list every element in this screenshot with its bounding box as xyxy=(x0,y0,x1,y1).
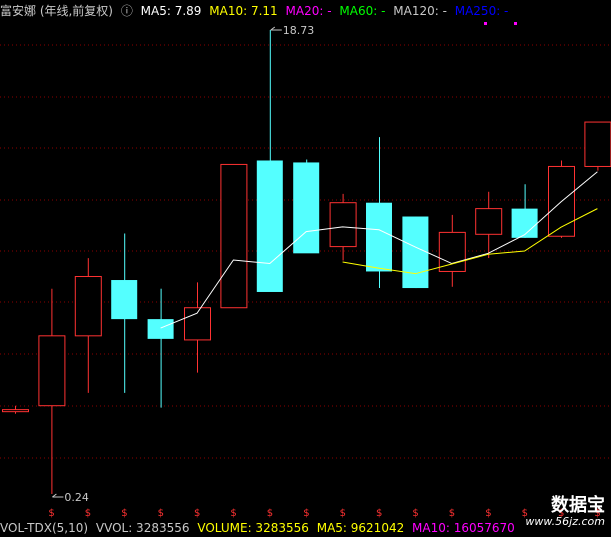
candle-body-down xyxy=(256,160,283,292)
watermark-brand: 数据宝 xyxy=(551,495,605,516)
volume-indicator-bar: VOL-TDX(5,10) VVOL: 3283556 VOLUME: 3283… xyxy=(0,520,611,537)
candle-body-up xyxy=(329,202,357,248)
dividend-marker: $ xyxy=(121,508,127,519)
vol-ma10-value: MA10: 16057670 xyxy=(412,521,515,535)
vol-indicator-name[interactable]: VOL-TDX(5,10) xyxy=(0,521,88,535)
dividend-marker: $ xyxy=(485,508,491,519)
candle-body-up xyxy=(584,121,611,167)
candle-body-up xyxy=(2,409,29,413)
dividend-marker: $ xyxy=(48,508,54,519)
dividend-marker: $ xyxy=(376,508,382,519)
marker-dot xyxy=(514,22,517,25)
candle-body-up xyxy=(475,208,503,235)
candle-body-down xyxy=(402,216,429,289)
candle-body-up xyxy=(438,231,466,272)
dividend-marker: $ xyxy=(267,508,273,519)
dividend-marker: $ xyxy=(340,508,346,519)
candle-body-up xyxy=(74,276,102,337)
candle-body-down xyxy=(366,202,392,272)
dividend-marker: $ xyxy=(158,508,164,519)
dividend-marker: $ xyxy=(230,508,236,519)
candle-body-down xyxy=(511,208,538,238)
candle-body-down xyxy=(147,319,174,339)
volume-value: VOLUME: 3283556 xyxy=(197,521,309,535)
candle-body-down xyxy=(111,280,138,320)
candlestick-chart[interactable]: 18.730.24$ $ $ $ $ $ $ $ $ $ $ $ $ $ $ $ xyxy=(0,0,611,537)
marker-dot xyxy=(484,22,487,25)
candle-body-up xyxy=(220,163,248,309)
watermark: 数据宝 www.56jz.com xyxy=(525,496,605,528)
dividend-marker: $ xyxy=(85,508,91,519)
dividend-marker: $ xyxy=(194,508,200,519)
min-price-label: 0.24 xyxy=(64,491,89,504)
dividend-marker: $ xyxy=(449,508,455,519)
dividend-marker: $ xyxy=(412,508,418,519)
vvol-value: VVOL: 3283556 xyxy=(95,521,190,535)
watermark-url: www.56jz.com xyxy=(525,515,605,528)
max-price-label: 18.73 xyxy=(283,24,315,37)
candle-body-up xyxy=(38,335,66,407)
dividend-marker: $ xyxy=(303,508,309,519)
vol-ma5-value: MA5: 9621042 xyxy=(316,521,405,535)
